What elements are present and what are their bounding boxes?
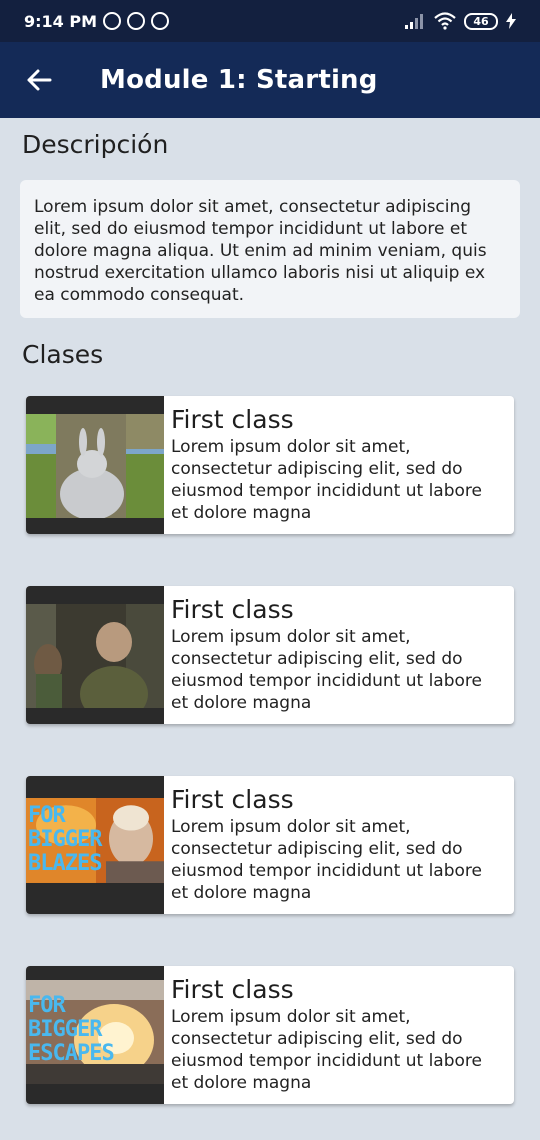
signal-icon: [405, 14, 423, 29]
video-thumbnail-image: [26, 414, 164, 518]
class-description: Lorem ipsum dolor sit amet, consectetur …: [171, 627, 482, 713]
charging-icon: [506, 13, 516, 29]
class-description: Lorem ipsum dolor sit amet, consectetur …: [171, 437, 482, 523]
description-text: Lorem ipsum dolor sit amet, consectetur …: [34, 197, 487, 305]
class-card[interactable]: First class Lorem ipsum dolor sit amet, …: [26, 396, 514, 534]
page-title: Module 1: Starting: [100, 65, 378, 95]
class-title: First class: [171, 405, 294, 434]
class-title: First class: [171, 595, 294, 624]
thumbnail-overlay-text: FOR BIGGER BLAZES: [28, 803, 102, 876]
notification-icon-2: [151, 12, 170, 30]
class-text: First class Lorem ipsum dolor sit amet, …: [171, 974, 501, 1094]
arrow-back-icon: [27, 69, 52, 91]
class-thumbnail: [26, 396, 164, 534]
class-card[interactable]: FOR BIGGER ESCAPES First class Lorem ips…: [26, 966, 514, 1104]
status-right: 46: [404, 12, 516, 30]
class-card[interactable]: FOR BIGGER BLAZES First class Lorem ipsu…: [26, 776, 514, 914]
class-text: First class Lorem ipsum dolor sit amet, …: [171, 404, 501, 524]
back-button[interactable]: [0, 42, 78, 118]
wifi-icon: [434, 12, 456, 30]
class-thumbnail: FOR BIGGER ESCAPES: [26, 966, 164, 1104]
class-text: First class Lorem ipsum dolor sit amet, …: [171, 594, 501, 714]
class-thumbnail: FOR BIGGER BLAZES: [26, 776, 164, 914]
class-description: Lorem ipsum dolor sit amet, consectetur …: [171, 1007, 482, 1093]
classes-heading: Clases: [22, 340, 104, 369]
battery-icon: 46: [464, 12, 498, 30]
description-heading: Descripción: [22, 130, 169, 159]
class-text: First class Lorem ipsum dolor sit amet, …: [171, 784, 501, 904]
status-left: 9:14 PM: [24, 11, 170, 31]
status-bar: 9:14 PM 46: [0, 0, 540, 42]
class-description: Lorem ipsum dolor sit amet, consectetur …: [171, 817, 482, 903]
class-title: First class: [171, 785, 294, 814]
battery-level: 46: [473, 14, 489, 28]
whatsapp-icon: [103, 12, 122, 30]
video-thumbnail-image: [26, 604, 164, 708]
class-title: First class: [171, 975, 294, 1004]
app-bar: Module 1: Starting: [0, 42, 540, 118]
thumbnail-overlay-text: FOR BIGGER ESCAPES: [28, 993, 115, 1066]
description-card: Lorem ipsum dolor sit amet, consectetur …: [20, 180, 520, 318]
status-time: 9:14 PM: [24, 11, 98, 31]
class-card[interactable]: First class Lorem ipsum dolor sit amet, …: [26, 586, 514, 724]
class-thumbnail: [26, 586, 164, 724]
notification-icon: [127, 12, 146, 30]
